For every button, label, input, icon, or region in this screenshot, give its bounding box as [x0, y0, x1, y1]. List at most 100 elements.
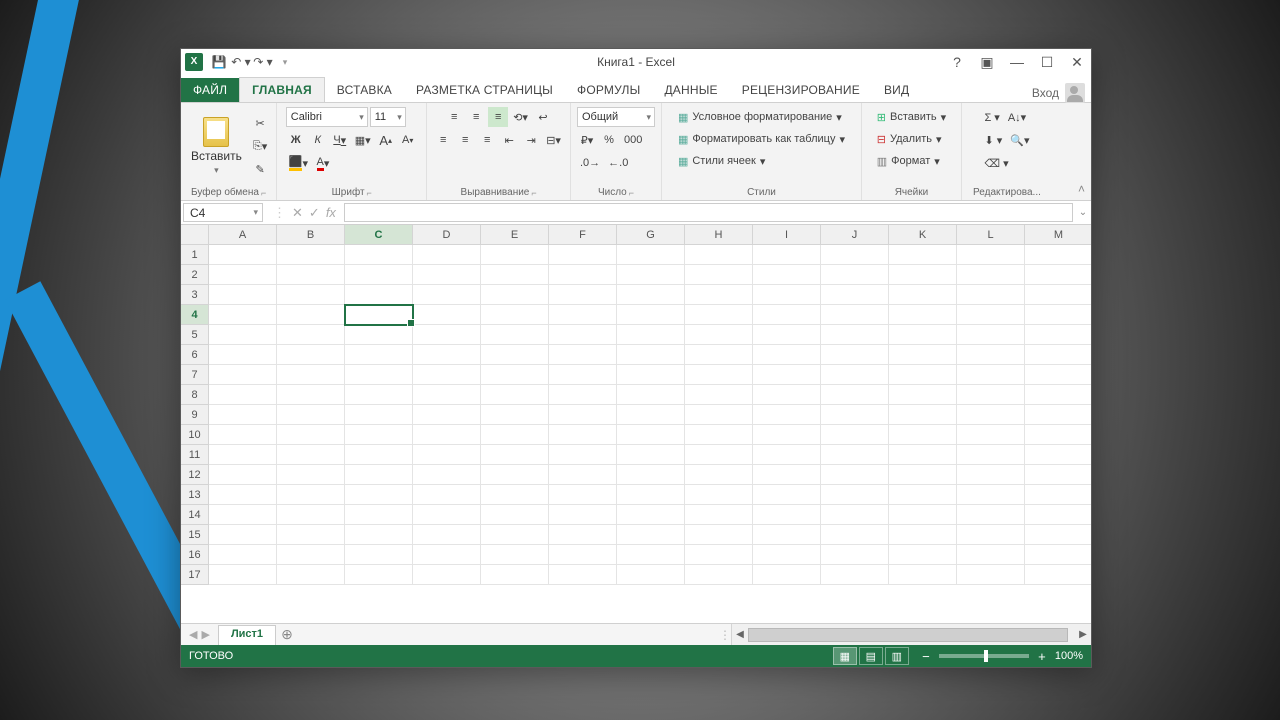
row-header[interactable]: 11 [181, 445, 209, 465]
cell[interactable] [617, 265, 685, 285]
hscroll-thumb[interactable] [748, 628, 1068, 642]
cell[interactable] [1025, 445, 1091, 465]
cell[interactable] [549, 265, 617, 285]
cell[interactable] [345, 325, 413, 345]
cell[interactable] [277, 365, 345, 385]
cell[interactable] [209, 405, 277, 425]
cell[interactable] [685, 565, 753, 585]
column-header[interactable]: L [957, 225, 1025, 245]
row-header[interactable]: 5 [181, 325, 209, 345]
cell[interactable] [617, 445, 685, 465]
conditional-formatting-button[interactable]: ▦Условное форматирование ▾ [675, 107, 845, 127]
autosum-button[interactable]: Σ ▾ [981, 107, 1002, 127]
cell[interactable] [481, 325, 549, 345]
cell[interactable] [617, 345, 685, 365]
cell[interactable] [617, 485, 685, 505]
cell[interactable] [1025, 565, 1091, 585]
cell[interactable] [345, 265, 413, 285]
cell[interactable] [345, 565, 413, 585]
cell[interactable] [277, 505, 345, 525]
cell[interactable] [277, 325, 345, 345]
cell[interactable] [345, 425, 413, 445]
zoom-in-button[interactable]: + [1035, 649, 1049, 664]
cell[interactable] [889, 385, 957, 405]
decrease-font-button[interactable]: A▾ [398, 130, 418, 150]
sort-filter-button[interactable]: A↓▾ [1005, 107, 1029, 127]
cell[interactable] [957, 405, 1025, 425]
cell[interactable] [277, 465, 345, 485]
font-dialog-launcher[interactable]: ⌐ [367, 188, 372, 198]
cell[interactable] [617, 505, 685, 525]
merge-center-button[interactable]: ⊟▾ [543, 130, 564, 150]
cell[interactable] [753, 365, 821, 385]
cell[interactable] [617, 405, 685, 425]
scroll-right-button[interactable]: ▶ [1075, 629, 1091, 640]
cell[interactable] [481, 545, 549, 565]
cell[interactable] [889, 245, 957, 265]
cell[interactable] [277, 285, 345, 305]
cell[interactable] [957, 305, 1025, 325]
cell[interactable] [889, 365, 957, 385]
cell[interactable] [821, 465, 889, 485]
cell[interactable] [209, 385, 277, 405]
find-select-button[interactable]: 🔍▾ [1007, 130, 1032, 150]
cell[interactable] [209, 565, 277, 585]
view-page-break-button[interactable]: ▥ [885, 647, 909, 665]
cell[interactable] [481, 405, 549, 425]
cell[interactable] [1025, 465, 1091, 485]
cell[interactable] [413, 365, 481, 385]
row-header[interactable]: 10 [181, 425, 209, 445]
row-header[interactable]: 1 [181, 245, 209, 265]
minimize-button[interactable]: — [1007, 54, 1027, 70]
cell[interactable] [413, 445, 481, 465]
increase-indent-button[interactable]: ⇥ [521, 130, 541, 150]
cell[interactable] [413, 405, 481, 425]
tab-data[interactable]: ДАННЫЕ [652, 78, 729, 103]
cell[interactable] [685, 465, 753, 485]
column-header[interactable]: C [345, 225, 413, 245]
cell[interactable] [1025, 265, 1091, 285]
cell[interactable] [481, 365, 549, 385]
font-color-button[interactable]: A▾ [313, 153, 333, 173]
column-header[interactable]: A [209, 225, 277, 245]
cell[interactable] [821, 565, 889, 585]
cell[interactable] [549, 385, 617, 405]
column-header[interactable]: H [685, 225, 753, 245]
decrease-decimal-button[interactable]: ←.0 [605, 153, 631, 173]
maximize-button[interactable]: ☐ [1037, 54, 1057, 71]
cell[interactable] [481, 525, 549, 545]
tab-formulas[interactable]: ФОРМУЛЫ [565, 78, 652, 103]
cell[interactable] [617, 245, 685, 265]
cell[interactable] [345, 405, 413, 425]
cut-button[interactable] [250, 113, 270, 133]
font-family-select[interactable]: Calibri [286, 107, 368, 127]
cell[interactable] [821, 265, 889, 285]
cell[interactable] [549, 445, 617, 465]
cell[interactable] [889, 565, 957, 585]
column-header[interactable]: E [481, 225, 549, 245]
ribbon-display-button[interactable]: ▣ [977, 54, 997, 71]
cell[interactable] [889, 505, 957, 525]
cell[interactable] [1025, 505, 1091, 525]
italic-button[interactable]: К [308, 130, 328, 150]
cell[interactable] [617, 305, 685, 325]
wrap-text-button[interactable]: ↩ [533, 107, 553, 127]
cell[interactable] [889, 525, 957, 545]
view-normal-button[interactable]: ▦ [833, 647, 857, 665]
cell[interactable] [889, 285, 957, 305]
redo-button[interactable]: ↷ ▾ [253, 52, 273, 72]
cell[interactable] [413, 385, 481, 405]
cell[interactable] [345, 305, 413, 325]
account-sign-in[interactable]: Вход [1032, 83, 1091, 103]
cell[interactable] [821, 545, 889, 565]
column-header[interactable]: K [889, 225, 957, 245]
cell[interactable] [1025, 345, 1091, 365]
cell[interactable] [821, 245, 889, 265]
cell[interactable] [549, 345, 617, 365]
cell[interactable] [481, 445, 549, 465]
scroll-left-button[interactable]: ◀ [732, 629, 748, 640]
name-box[interactable]: C4 [183, 203, 263, 222]
cell[interactable] [685, 285, 753, 305]
cell[interactable] [209, 305, 277, 325]
cell[interactable] [481, 465, 549, 485]
